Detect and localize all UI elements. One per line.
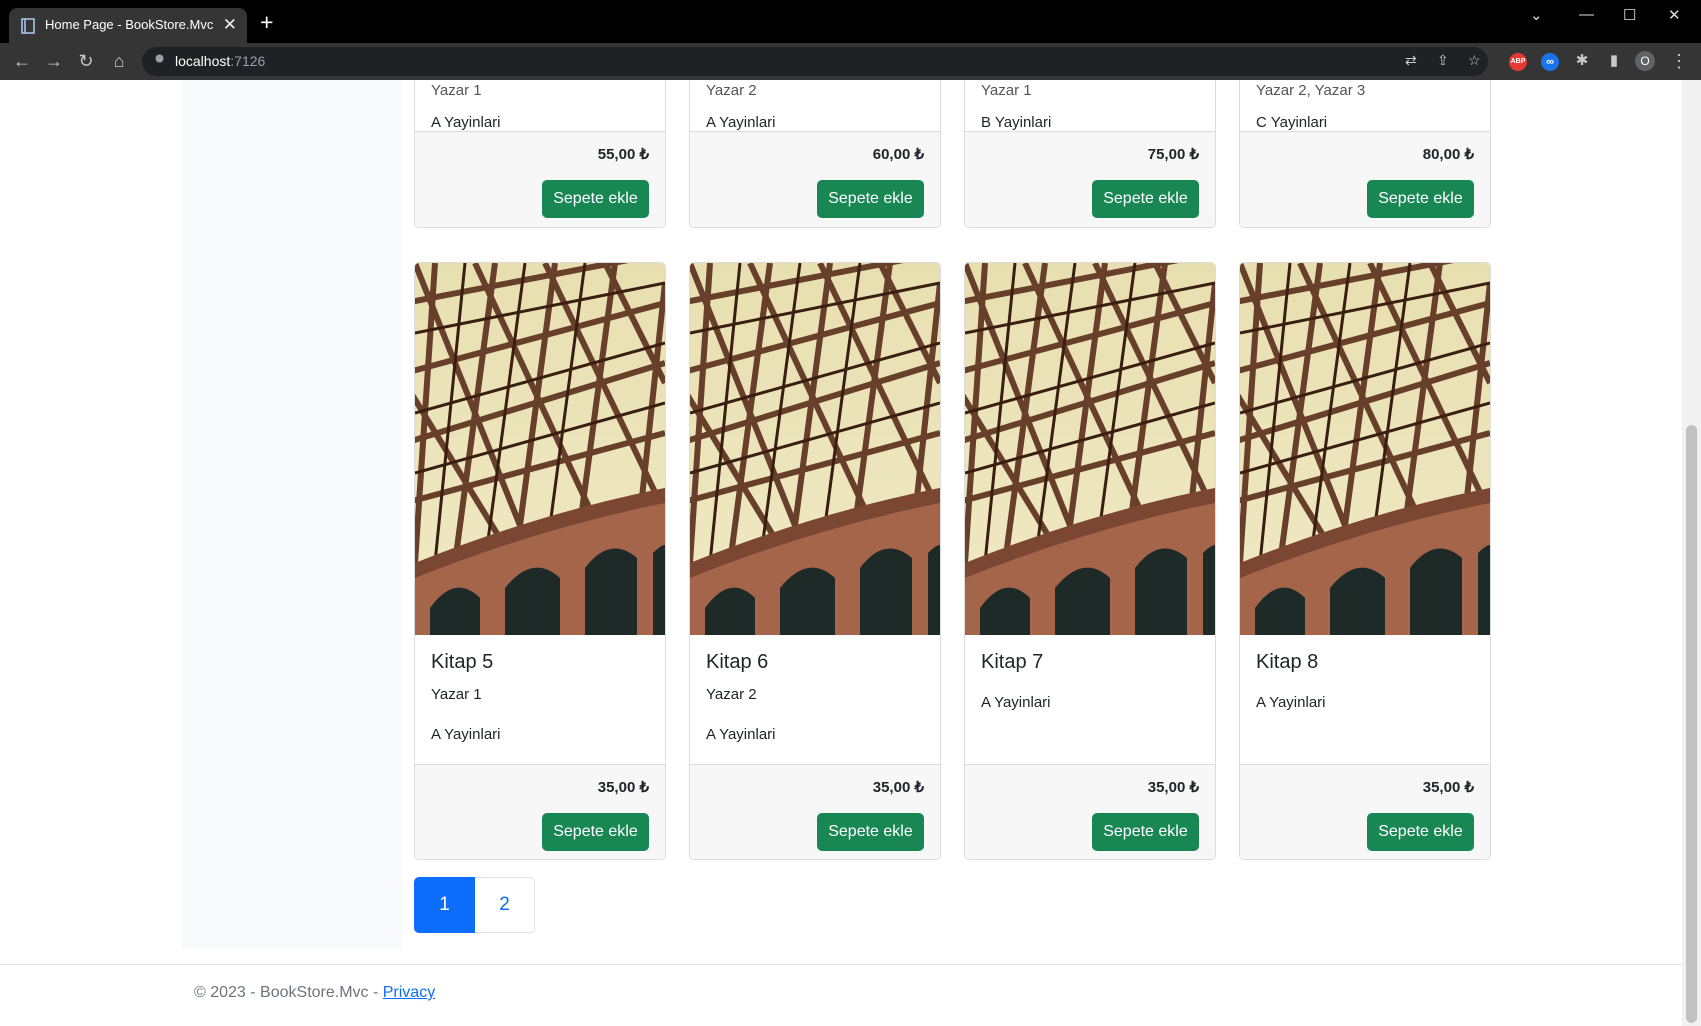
privacy-link[interactable]: Privacy [383,984,435,1001]
book-card: Kitap 7 A Yayinlari 35,00 ₺ Sepete ekle [964,262,1216,860]
book-price: 35,00 ₺ [872,779,924,796]
url-port: :7126 [230,53,266,69]
book-card: Yazar 2, Yazar 3 C Yayinlari 80,00 ₺ Sep… [1239,80,1491,228]
browser-tab[interactable]: Home Page - BookStore.Mvc ✕ [9,8,247,43]
extension-icon[interactable]: ∞ [1541,53,1559,71]
card-footer: 55,00 ₺ Sepete ekle [415,131,665,227]
page-footer: © 2023 - BookStore.Mvc - Privacy [0,964,1682,1026]
maximize-icon[interactable]: ☐ [1623,6,1636,24]
page-icon [21,18,35,34]
footer-text: © 2023 - BookStore.Mvc - Privacy [194,984,435,1002]
home-icon[interactable]: ⌂ [106,48,132,74]
tab-title: Home Page - BookStore.Mvc [45,17,214,32]
card-footer: 35,00 ₺ Sepete ekle [965,764,1215,859]
translate-icon[interactable]: ⇄ [1405,52,1417,69]
book-price: 60,00 ₺ [872,146,924,163]
book-publisher: C Yayinlari [1256,114,1328,131]
card-footer: 35,00 ₺ Sepete ekle [1240,764,1490,859]
tab-close-icon[interactable]: ✕ [223,15,237,35]
book-author: Yazar 2, Yazar 3 [1256,82,1366,99]
book-card: Kitap 6 Yazar 2 A Yayinlari 35,00 ₺ Sepe… [689,262,941,860]
tab-bar: Home Page - BookStore.Mvc ✕ + ⌄ — ☐ ✕ [0,0,1701,43]
book-title: Kitap 7 [981,651,1044,673]
extensions-puzzle-icon[interactable]: ✱ [1569,48,1595,74]
address-bar[interactable]: localhost:7126 ⇄ ⇪ ☆ [142,47,1488,76]
book-cover-image[interactable] [415,263,665,635]
book-price: 80,00 ₺ [1422,146,1474,163]
book-price: 35,00 ₺ [1147,779,1199,796]
add-to-cart-button[interactable]: Sepete ekle [1367,180,1474,218]
book-author: Yazar 2 [706,686,757,703]
pagination: 1 2 [414,877,535,933]
card-footer: 60,00 ₺ Sepete ekle [690,131,940,227]
minimize-icon[interactable]: — [1579,6,1594,23]
book-card: Yazar 1 B Yayinlari 75,00 ₺ Sepete ekle [964,80,1216,228]
book-publisher: A Yayinlari [706,726,776,743]
lock-icon [155,54,164,63]
book-price: 35,00 ₺ [597,779,649,796]
book-publisher: A Yayinlari [706,114,776,131]
share-icon[interactable]: ⇪ [1437,52,1449,69]
book-publisher: A Yayinlari [1256,694,1326,711]
book-author: Yazar 1 [431,686,482,703]
page-scrollbar[interactable] [1682,80,1701,1026]
book-card: Kitap 5 Yazar 1 A Yayinlari 35,00 ₺ Sepe… [414,262,666,860]
add-to-cart-button[interactable]: Sepete ekle [817,813,924,851]
book-author: Yazar 1 [431,82,482,99]
book-publisher: B Yayinlari [981,114,1052,131]
back-icon[interactable]: ← [9,48,35,74]
forward-icon[interactable]: → [41,48,67,74]
new-tab-icon[interactable]: + [260,10,273,34]
book-cover-image[interactable] [965,263,1215,635]
book-title: Kitap 5 [431,651,494,673]
card-footer: 80,00 ₺ Sepete ekle [1240,131,1490,227]
book-cover-image[interactable] [690,263,940,635]
add-to-cart-button[interactable]: Sepete ekle [1092,180,1199,218]
tab-search-icon[interactable]: ⌄ [1530,6,1543,24]
add-to-cart-button[interactable]: Sepete ekle [542,813,649,851]
copyright-text: © 2023 - BookStore.Mvc - [194,984,383,1001]
profile-avatar[interactable]: O [1635,51,1655,71]
book-title: Kitap 6 [706,651,769,673]
browser-toolbar: ← → ↻ ⌂ localhost:7126 ⇄ ⇪ ☆ ABP ∞ ✱ ▮ O… [0,43,1701,80]
bookmark-star-icon[interactable]: ☆ [1468,52,1481,69]
book-publisher: A Yayinlari [431,726,501,743]
book-price: 75,00 ₺ [1147,146,1199,163]
book-publisher: A Yayinlari [431,114,501,131]
card-footer: 35,00 ₺ Sepete ekle [415,764,665,859]
scrollbar-thumb[interactable] [1686,425,1697,1023]
book-author: Yazar 1 [981,82,1032,99]
book-card: Kitap 8 A Yayinlari 35,00 ₺ Sepete ekle [1239,262,1491,860]
book-price: 55,00 ₺ [597,146,649,163]
url-text: localhost:7126 [175,53,265,69]
book-price: 35,00 ₺ [1422,779,1474,796]
add-to-cart-button[interactable]: Sepete ekle [542,180,649,218]
reload-icon[interactable]: ↻ [73,48,99,74]
book-card: Yazar 2 A Yayinlari 60,00 ₺ Sepete ekle [689,80,941,228]
book-author: Yazar 2 [706,82,757,99]
page-link-1[interactable]: 1 [414,877,475,933]
book-cover-image[interactable] [1240,263,1490,635]
book-title: Kitap 8 [1256,651,1319,673]
adblock-extension-icon[interactable]: ABP [1509,53,1527,71]
card-footer: 35,00 ₺ Sepete ekle [690,764,940,859]
url-host: localhost [175,53,231,69]
menu-kebab-icon[interactable]: ⋮ [1666,48,1692,74]
window-close-icon[interactable]: ✕ [1668,6,1681,24]
side-panel-icon[interactable]: ▮ [1601,48,1627,74]
add-to-cart-button[interactable]: Sepete ekle [817,180,924,218]
page-viewport: Yazar 1 A Yayinlari 55,00 ₺ Sepete ekle … [0,80,1682,1026]
book-card: Yazar 1 A Yayinlari 55,00 ₺ Sepete ekle [414,80,666,228]
sidebar [182,80,402,949]
add-to-cart-button[interactable]: Sepete ekle [1092,813,1199,851]
book-publisher: A Yayinlari [981,694,1051,711]
add-to-cart-button[interactable]: Sepete ekle [1367,813,1474,851]
card-footer: 75,00 ₺ Sepete ekle [965,131,1215,227]
page-link-2[interactable]: 2 [475,877,535,933]
